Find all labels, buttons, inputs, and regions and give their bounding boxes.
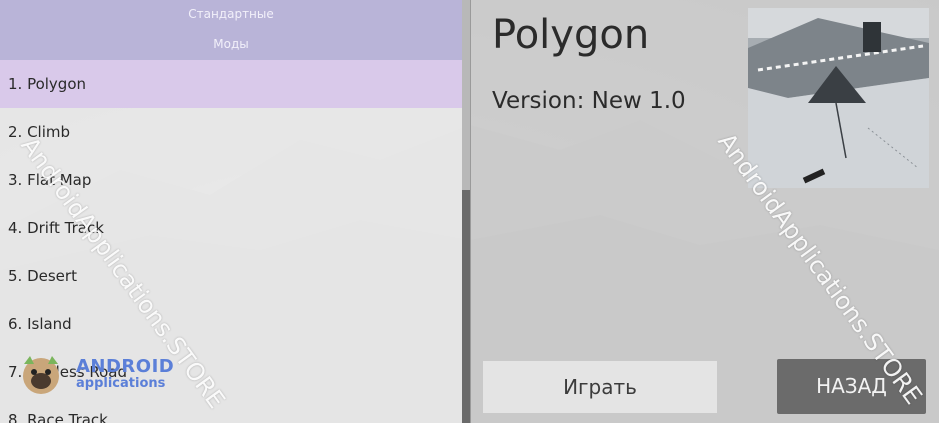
map-version: Version: New 1.0 xyxy=(492,88,686,114)
map-title: Polygon xyxy=(492,12,650,58)
map-preview-image xyxy=(748,8,929,188)
pug-mascot-icon xyxy=(23,356,59,394)
logo-text-applications: applications xyxy=(76,376,166,391)
list-scrollbar[interactable] xyxy=(462,0,470,423)
map-item-island[interactable]: 6. Island xyxy=(0,300,462,348)
map-item-climb[interactable]: 2. Climb xyxy=(0,108,462,156)
map-item-desert[interactable]: 5. Desert xyxy=(0,252,462,300)
map-item-polygon[interactable]: 1. Polygon xyxy=(0,60,462,108)
logo-text-android: ANDROID xyxy=(76,356,175,377)
android-applications-logo: ANDROID applications xyxy=(16,350,174,398)
category-header[interactable]: Стандартные Моды xyxy=(0,0,462,60)
category-title-line2: Моды xyxy=(213,37,249,51)
category-title-line1: Стандартные xyxy=(188,7,274,21)
scrollbar-thumb[interactable] xyxy=(462,190,470,423)
play-button[interactable]: Играть xyxy=(483,361,717,413)
map-item-race-track[interactable]: 8. Race Track xyxy=(0,396,462,423)
